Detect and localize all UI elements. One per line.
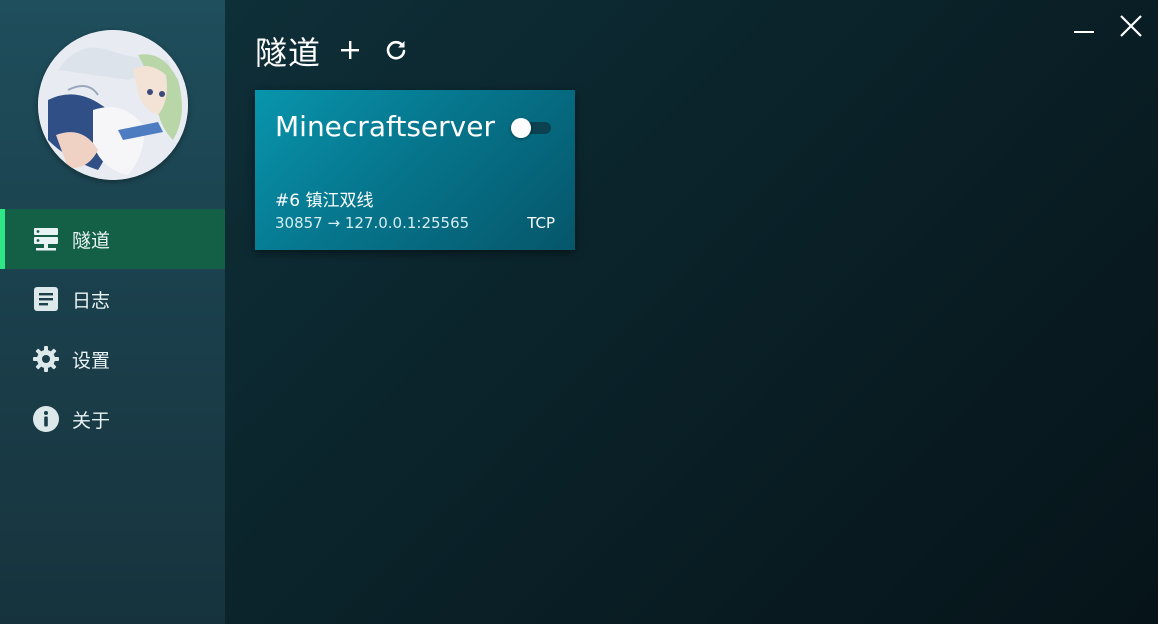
- tunnel-mapping: 30857 → 127.0.0.1:25565: [275, 214, 470, 232]
- minimize-icon: [1074, 31, 1094, 33]
- server-icon: [32, 225, 60, 253]
- log-icon: [32, 285, 60, 313]
- app-window: 隧道 日志 设置 关于 隧道 Minecraftserver #6 镇江双线 3…: [0, 0, 1158, 624]
- close-button[interactable]: [1117, 12, 1145, 40]
- sidebar-item-settings[interactable]: 设置: [0, 329, 225, 389]
- sidebar-item-label: 隧道: [72, 229, 111, 252]
- info-icon: [32, 405, 60, 433]
- sidebar-nav: 隧道 日志 设置 关于: [0, 209, 225, 449]
- minimize-button[interactable]: [1070, 12, 1098, 40]
- refresh-button[interactable]: [382, 36, 410, 64]
- sidebar-item-about[interactable]: 关于: [0, 389, 225, 449]
- tunnel-node: #6 镇江双线: [275, 191, 374, 211]
- sidebar-item-logs[interactable]: 日志: [0, 269, 225, 329]
- close-icon: [1120, 15, 1142, 37]
- main-panel: 隧道 Minecraftserver #6 镇江双线 30857 → 127.0…: [225, 0, 1158, 624]
- page-title: 隧道: [255, 34, 322, 72]
- sidebar: 隧道 日志 设置 关于: [0, 0, 225, 624]
- toggle-knob: [511, 118, 531, 138]
- avatar-image: [38, 30, 188, 180]
- sidebar-item-label: 设置: [72, 349, 111, 372]
- tunnel-protocol: TCP: [527, 214, 555, 232]
- gear-icon: [32, 345, 60, 373]
- add-tunnel-button[interactable]: [336, 36, 364, 64]
- tunnel-toggle[interactable]: [511, 118, 551, 138]
- user-avatar[interactable]: [38, 30, 188, 180]
- sidebar-item-label: 日志: [72, 289, 111, 312]
- add-icon: [341, 41, 359, 59]
- tunnel-card[interactable]: Minecraftserver #6 镇江双线 30857 → 127.0.0.…: [255, 90, 575, 250]
- refresh-icon: [386, 40, 406, 60]
- sidebar-item-label: 关于: [72, 409, 111, 432]
- tunnel-name: Minecraftserver: [275, 110, 495, 143]
- sidebar-item-tunnels[interactable]: 隧道: [0, 209, 225, 269]
